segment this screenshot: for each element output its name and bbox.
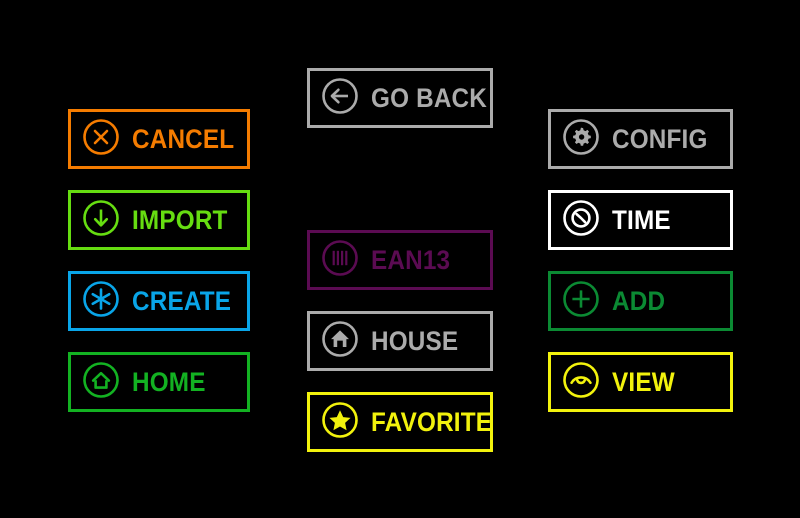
asterisk-circle-icon xyxy=(82,280,120,323)
button-grid-canvas: CANCEL IMPORT CREATE HOME GO BACK EAN13 … xyxy=(0,0,800,518)
button-import[interactable]: IMPORT xyxy=(68,190,250,250)
button-label-view: VIEW xyxy=(612,366,675,397)
button-home[interactable]: HOME xyxy=(68,352,250,412)
button-label-ean13: EAN13 xyxy=(371,244,451,275)
home-outline-circle-icon xyxy=(82,361,120,404)
eye-circle-icon xyxy=(562,361,600,404)
button-label-cancel: CANCEL xyxy=(132,123,235,154)
button-label-house: HOUSE xyxy=(371,325,459,356)
button-label-go-back: GO BACK xyxy=(371,82,488,113)
button-create[interactable]: CREATE xyxy=(68,271,250,331)
download-arrow-down-circle-icon xyxy=(82,199,120,242)
clock-circle-icon xyxy=(562,199,600,242)
button-house[interactable]: HOUSE xyxy=(307,311,493,371)
button-cancel[interactable]: CANCEL xyxy=(68,109,250,169)
plus-circle-icon xyxy=(562,280,600,323)
barcode-circle-icon xyxy=(321,239,359,282)
arrow-left-circle-icon xyxy=(321,77,359,120)
button-time[interactable]: TIME xyxy=(548,190,733,250)
button-label-import: IMPORT xyxy=(132,204,228,235)
button-label-favorite: FAVORITE xyxy=(371,406,493,437)
button-label-time: TIME xyxy=(612,204,671,235)
house-filled-circle-icon xyxy=(321,320,359,363)
button-add[interactable]: ADD xyxy=(548,271,733,331)
button-label-add: ADD xyxy=(612,285,666,316)
button-ean13[interactable]: EAN13 xyxy=(307,230,493,290)
button-view[interactable]: VIEW xyxy=(548,352,733,412)
gear-circle-icon xyxy=(562,118,600,161)
button-go-back[interactable]: GO BACK xyxy=(307,68,493,128)
cancel-circle-x-icon xyxy=(82,118,120,161)
button-favorite[interactable]: FAVORITE xyxy=(307,392,493,452)
star-filled-circle-icon xyxy=(321,401,359,444)
button-label-config: CONFIG xyxy=(612,123,708,154)
button-label-home: HOME xyxy=(132,366,206,397)
button-config[interactable]: CONFIG xyxy=(548,109,733,169)
button-label-create: CREATE xyxy=(132,285,232,316)
